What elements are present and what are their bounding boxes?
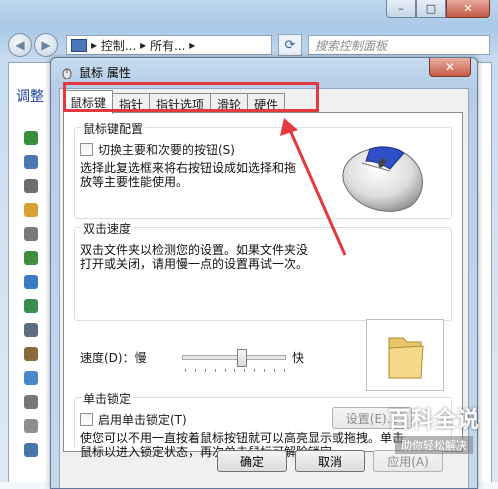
control-panel-item-list bbox=[24, 126, 38, 462]
switch-buttons-checkbox[interactable]: 切换主要和次要的按钮(S) bbox=[80, 141, 235, 158]
checkbox-label: 启用单击锁定(T) bbox=[98, 413, 187, 427]
item-icon bbox=[24, 155, 38, 169]
mouse-illustration-icon bbox=[342, 146, 423, 212]
cancel-button[interactable]: 取消 bbox=[295, 450, 365, 472]
dialog-close-button[interactable]: ✕ bbox=[429, 58, 471, 77]
group-title: 鼠标键配置 bbox=[81, 120, 146, 137]
item-icon bbox=[24, 251, 38, 265]
breadcrumb-part[interactable]: 所有... bbox=[150, 37, 185, 54]
item-icon bbox=[24, 227, 38, 241]
watermark-sub-text: 助你轻松解决 bbox=[394, 436, 473, 454]
list-item[interactable] bbox=[24, 342, 38, 366]
tabs-highlight-annotation bbox=[63, 82, 319, 112]
forward-arrow-icon[interactable]: ▶ bbox=[34, 33, 58, 57]
group-title: 单击锁定 bbox=[81, 390, 134, 407]
item-icon bbox=[24, 347, 38, 361]
list-item[interactable] bbox=[24, 174, 38, 198]
dialog-title-bar: 鼠标 属性 bbox=[61, 64, 131, 81]
control-panel-icon bbox=[71, 38, 87, 52]
minimize-button[interactable]: – bbox=[386, 0, 416, 18]
checkbox-box[interactable] bbox=[80, 413, 93, 426]
folder-icon bbox=[388, 337, 424, 379]
item-icon bbox=[24, 131, 38, 145]
list-item[interactable] bbox=[24, 390, 38, 414]
list-item[interactable] bbox=[24, 366, 38, 390]
click-lock-checkbox[interactable]: 启用单击锁定(T) bbox=[80, 411, 187, 428]
checkbox-box[interactable] bbox=[80, 143, 93, 156]
chevron-right-icon: ▸ bbox=[91, 38, 101, 52]
list-item[interactable] bbox=[24, 222, 38, 246]
navigation-bar: ◀ ▶ ▸ 控制... ▸ 所有... ▸ ⟳ 搜索控制面板 bbox=[8, 32, 490, 58]
item-icon bbox=[24, 419, 38, 433]
list-item[interactable] bbox=[24, 198, 38, 222]
list-item[interactable] bbox=[24, 246, 38, 270]
speed-slider-track[interactable] bbox=[182, 355, 286, 360]
window-caption-buttons: – □ ✕ bbox=[386, 0, 490, 18]
checkbox-label: 切换主要和次要的按钮(S) bbox=[98, 143, 235, 157]
item-icon bbox=[24, 275, 38, 289]
list-item[interactable] bbox=[24, 318, 38, 342]
breadcrumb-part[interactable]: 控制... bbox=[101, 37, 136, 54]
watermark-main-text: 百科全说 bbox=[387, 408, 480, 433]
speed-slider-ticks bbox=[185, 369, 285, 373]
list-item[interactable] bbox=[24, 414, 38, 438]
speed-slider-thumb[interactable] bbox=[237, 349, 248, 367]
ok-button[interactable]: 确定 bbox=[217, 450, 287, 472]
page-heading: 调整 bbox=[16, 89, 44, 105]
watermark-logo: 百科全说 助你轻松解决 bbox=[388, 402, 480, 454]
item-icon bbox=[24, 371, 38, 385]
list-item[interactable] bbox=[24, 270, 38, 294]
test-folder-box[interactable] bbox=[366, 319, 444, 391]
fast-label: 快 bbox=[292, 351, 305, 365]
item-icon bbox=[24, 443, 38, 457]
dialog-title: 鼠标 属性 bbox=[79, 66, 131, 80]
mouse-icon bbox=[62, 68, 72, 79]
close-button[interactable]: ✕ bbox=[446, 0, 490, 18]
button-config-description: 选择此复选框来将右按钮设成如选择和拖放等主要性能使用。 bbox=[80, 161, 297, 189]
double-click-description: 双击文件夹以检测您的设置。如果文件夹没打开或关闭，请用慢一点的设置再试一次。 bbox=[80, 243, 309, 271]
tab-panel: 鼠标键配置 切换主要和次要的按钮(S) 选择此复选框来将右按钮设成如选择和拖放等… bbox=[63, 112, 463, 459]
item-icon bbox=[24, 203, 38, 217]
item-icon bbox=[24, 299, 38, 313]
chevron-right-icon: ▸ bbox=[136, 38, 150, 52]
back-arrow-icon[interactable]: ◀ bbox=[8, 33, 32, 57]
double-click-group: 双击速度 bbox=[74, 220, 452, 321]
list-item[interactable] bbox=[24, 150, 38, 174]
speed-label: 速度(D)：慢 bbox=[80, 351, 147, 365]
chevron-right-icon: ▸ bbox=[185, 38, 196, 52]
item-icon bbox=[24, 395, 38, 409]
group-title: 双击速度 bbox=[81, 220, 134, 237]
list-item[interactable] bbox=[24, 438, 38, 462]
refresh-icon[interactable]: ⟳ bbox=[278, 34, 302, 56]
item-icon bbox=[24, 179, 38, 193]
list-item[interactable] bbox=[24, 294, 38, 318]
list-item[interactable] bbox=[24, 126, 38, 150]
close-icon: ✕ bbox=[444, 60, 456, 74]
address-bar[interactable]: ▸ 控制... ▸ 所有... ▸ bbox=[66, 35, 272, 55]
search-input[interactable]: 搜索控制面板 bbox=[308, 35, 490, 55]
maximize-button[interactable]: □ bbox=[416, 0, 446, 18]
item-icon bbox=[24, 323, 38, 337]
